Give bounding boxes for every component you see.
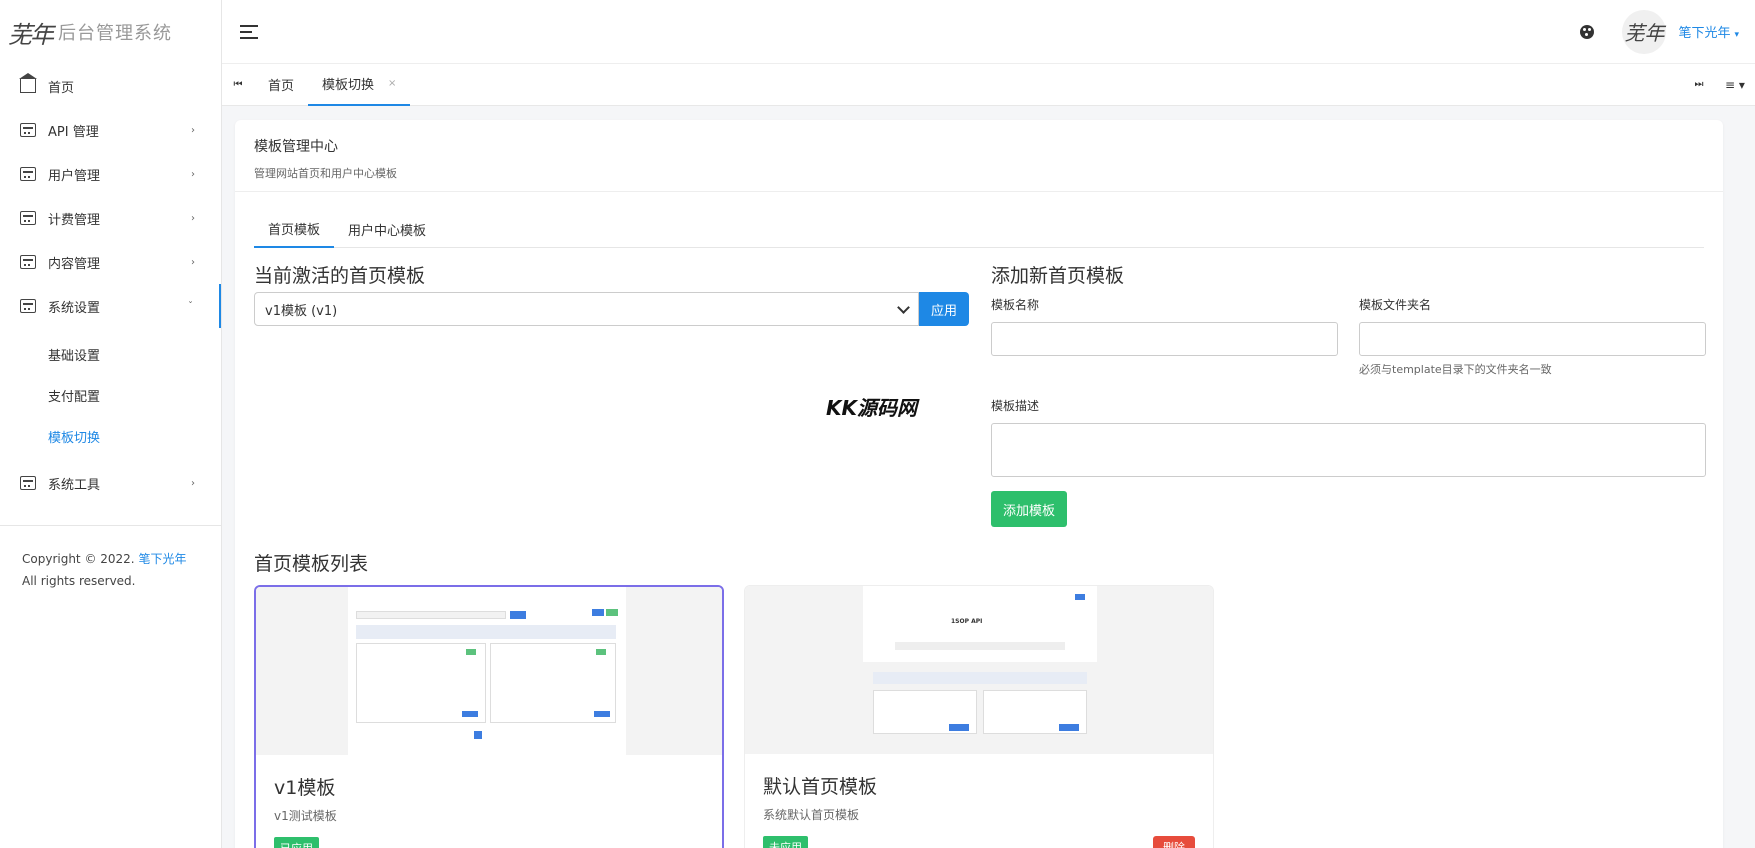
user-menu[interactable]: 笔下光年 ▾: [1678, 22, 1739, 41]
avatar[interactable]: 芜年: [1622, 9, 1667, 54]
caret-down-icon: ▾: [1734, 30, 1739, 40]
tab-template-switch[interactable]: 模板切换 ×: [308, 64, 411, 106]
chevron-right-icon: ›: [191, 212, 195, 224]
tab-scroll-left-icon[interactable]: ⏮: [222, 64, 254, 106]
template-name: v1模板: [274, 777, 336, 799]
sidebar-item-label: 内容管理: [48, 256, 101, 272]
chevron-right-icon: ›: [191, 256, 195, 268]
template-desc: v1测试模板: [274, 809, 337, 823]
template-card-v1[interactable]: v1模板 v1测试模板 已应用: [254, 585, 724, 848]
tab-scroll-right-icon[interactable]: ⏭: [1683, 64, 1715, 106]
chevron-right-icon: ›: [191, 124, 195, 136]
close-icon[interactable]: ×: [388, 78, 396, 89]
sidebar-item-users[interactable]: 用户管理 ›: [0, 152, 221, 196]
sidebar-item-content[interactable]: 内容管理 ›: [0, 240, 221, 284]
card-header: 模板管理中心 管理网站首页和用户中心模板: [235, 120, 1723, 192]
logo-mark: 芜年: [8, 20, 54, 49]
template-card: 模板管理中心 管理网站首页和用户中心模板 首页模板 用户中心模板 当前激活的首页…: [235, 120, 1723, 848]
copyright-link[interactable]: 笔下光年: [138, 552, 186, 566]
template-preview-image: [256, 587, 722, 755]
menu-toggle-icon[interactable]: [240, 24, 258, 39]
copyright-prefix: Copyright © 2022.: [22, 552, 135, 566]
sidebar-item-label: API 管理: [48, 124, 99, 140]
sidebar-item-home[interactable]: 首页: [0, 64, 221, 108]
sidebar-item-label: 系统设置: [48, 300, 101, 316]
sidebar-item-label: 计费管理: [48, 212, 101, 228]
apply-button[interactable]: 应用: [919, 292, 969, 326]
subtab-user-center-template[interactable]: 用户中心模板: [334, 210, 440, 248]
calendar-icon: [20, 211, 36, 225]
copyright-suffix: All rights reserved.: [22, 574, 136, 588]
tab-home[interactable]: 首页: [254, 64, 308, 106]
template-name-input[interactable]: [991, 322, 1338, 356]
palette-icon[interactable]: [1580, 24, 1595, 39]
chevron-down-icon: ˇ: [188, 300, 193, 312]
status-badge: 已应用: [274, 837, 319, 848]
template-desc-textarea[interactable]: [991, 423, 1706, 477]
calendar-icon: [20, 299, 36, 313]
sidebar: 芜年 后台管理系统 首页 API 管理 › 用户管理 › 计费管理 › 内容管理…: [0, 0, 222, 848]
sidebar-item-system-tools[interactable]: 系统工具 ›: [0, 461, 221, 505]
template-folder-input[interactable]: [1359, 322, 1706, 356]
home-icon: [19, 73, 37, 93]
template-folder-label: 模板文件夹名: [1359, 298, 1432, 312]
preview-heading: 1SOP API: [951, 618, 983, 625]
template-desc: 系统默认首页模板: [763, 808, 860, 822]
delete-button[interactable]: 删除: [1153, 836, 1195, 848]
sidebar-subitem-template-switch[interactable]: 模板切换: [0, 416, 221, 457]
template-card-default[interactable]: 1SOP API 默认首页模板 系统默认首页模板 未应用 删除: [744, 585, 1214, 848]
tab-label: 首页: [268, 79, 295, 94]
sidebar-item-label: 系统工具: [48, 477, 101, 493]
template-name-label: 模板名称: [991, 298, 1040, 312]
calendar-icon: [20, 476, 36, 490]
tab-label: 模板切换: [322, 78, 375, 93]
calendar-icon: [20, 255, 36, 269]
calendar-icon: [20, 167, 36, 181]
tab-menu-icon[interactable]: ≡ ▾: [1715, 64, 1755, 106]
template-select[interactable]: v1模板 (v1): [254, 292, 919, 326]
tab-bar: ⏮ 首页 模板切换 × ⏭ ≡ ▾: [222, 64, 1755, 106]
template-desc-label: 模板描述: [991, 399, 1040, 413]
logo[interactable]: 芜年 后台管理系统: [0, 0, 221, 64]
sidebar-item-api[interactable]: API 管理 ›: [0, 108, 221, 152]
add-template-button[interactable]: 添加模板: [991, 491, 1067, 527]
add-template-heading: 添加新首页模板: [991, 265, 1125, 287]
card-subtitle: 管理网站首页和用户中心模板: [254, 167, 397, 180]
sidebar-subitem-payment-config[interactable]: 支付配置: [0, 375, 221, 416]
sidebar-item-label: 用户管理: [48, 168, 101, 184]
template-subtabs: 首页模板 用户中心模板: [254, 210, 1704, 248]
sidebar-item-billing[interactable]: 计费管理 ›: [0, 196, 221, 240]
subtab-home-template[interactable]: 首页模板: [254, 210, 335, 248]
sidebar-item-label: 首页: [48, 80, 75, 96]
template-preview-image: 1SOP API: [745, 586, 1213, 754]
template-select-value: v1模板 (v1): [265, 303, 338, 319]
watermark: KK源码网: [826, 396, 917, 420]
sidebar-item-system-settings[interactable]: 系统设置 ˇ: [0, 284, 221, 328]
status-badge: 未应用: [763, 836, 808, 848]
template-folder-help: 必须与template目录下的文件夹名一致: [1359, 363, 1552, 376]
chevron-right-icon: ›: [191, 168, 195, 180]
template-name: 默认首页模板: [763, 776, 878, 798]
current-template-heading: 当前激活的首页模板: [254, 265, 426, 287]
chevron-down-icon: [897, 301, 910, 314]
username: 笔下光年: [1678, 26, 1731, 41]
template-list-heading: 首页模板列表: [254, 553, 369, 575]
chevron-right-icon: ›: [191, 477, 195, 489]
card-title: 模板管理中心: [254, 139, 338, 155]
top-header: 芜年 笔下光年 ▾: [222, 0, 1755, 64]
app-title: 后台管理系统: [58, 23, 172, 44]
sidebar-subitem-basic-settings[interactable]: 基础设置: [0, 334, 221, 375]
copyright: Copyright © 2022. 笔下光年 All rights reserv…: [0, 526, 221, 614]
calendar-icon: [20, 123, 36, 137]
